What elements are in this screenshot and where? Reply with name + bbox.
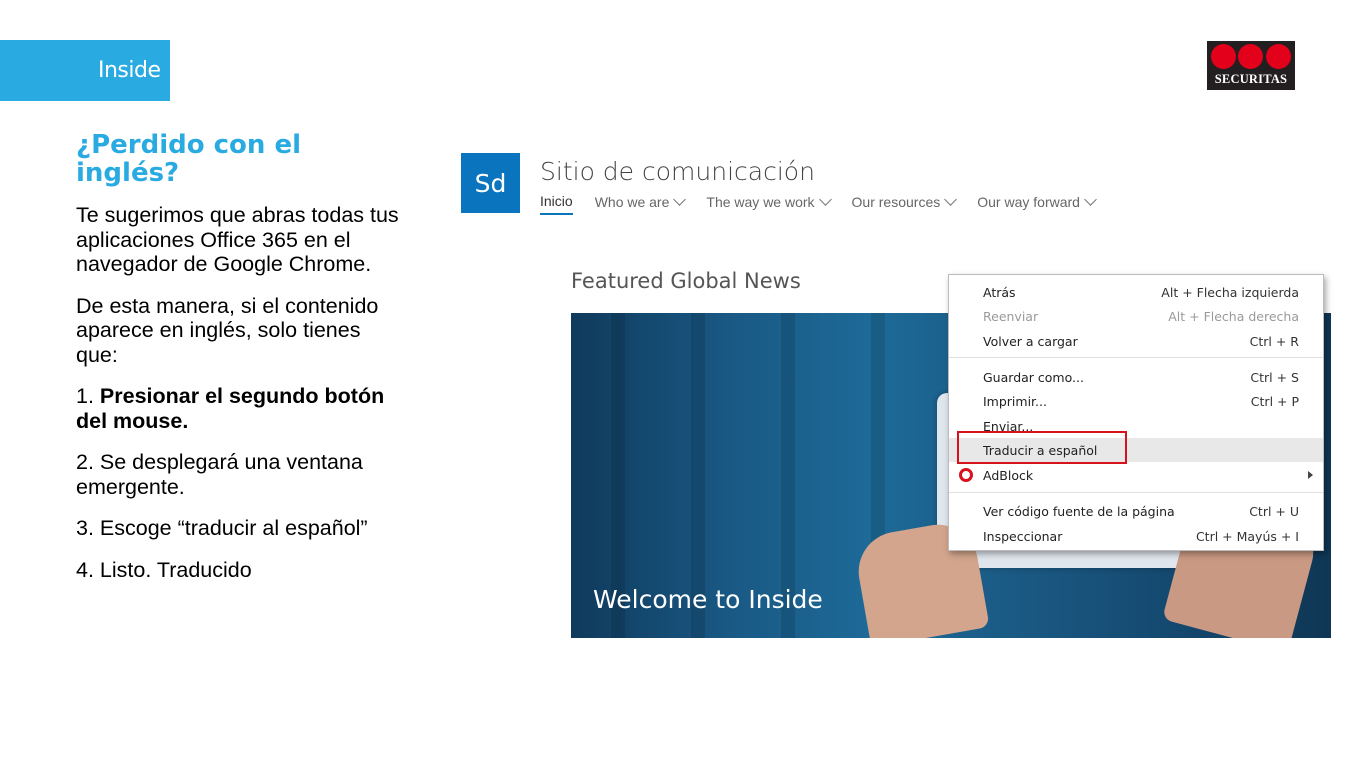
menu-item-reenviar[interactable]: Reenviar Alt + Flecha derecha — [949, 304, 1323, 328]
menu-item-shortcut: Ctrl + U — [1249, 503, 1299, 519]
step-1: 1. Presionar el segundo botón del mouse. — [76, 384, 406, 433]
menu-separator — [949, 492, 1323, 493]
instructions-panel: ¿Perdido con el inglés? Te sugerimos que… — [76, 131, 406, 599]
step-3: 3. Escoge “traducir al español” — [76, 516, 368, 540]
menu-item-label: Ver código fuente de la página — [983, 503, 1175, 519]
nav-item-label: Our resources — [851, 194, 941, 210]
menu-item-label: Reenviar — [983, 308, 1039, 324]
nav-item-label: Who we are — [594, 194, 670, 210]
site-title[interactable]: Sitio de comunicación — [540, 157, 815, 186]
menu-item-guardar-como[interactable]: Guardar como... Ctrl + S — [949, 365, 1323, 389]
menu-item-label: Atrás — [983, 284, 1016, 300]
chevron-down-icon — [673, 193, 687, 206]
nav-item-label: Inicio — [540, 193, 573, 209]
nav-item-our-way-forward[interactable]: Our way forward — [977, 193, 1097, 215]
chevron-down-icon — [944, 193, 958, 206]
menu-item-atras[interactable]: Atrás Alt + Flecha izquierda — [949, 280, 1323, 304]
menu-item-shortcut: Ctrl + P — [1250, 393, 1299, 409]
menu-item-label: Guardar como... — [983, 369, 1084, 385]
site-logo-tile[interactable]: Sd — [461, 153, 520, 213]
explain-paragraph: De esta manera, si el contenido aparece … — [76, 293, 379, 367]
hero-caption[interactable]: Welcome to Inside — [593, 585, 823, 614]
nav-item-our-resources[interactable]: Our resources — [851, 193, 958, 215]
securitas-logo: SECURITAS — [1207, 41, 1295, 90]
step-4: 4. Listo. Traducido — [76, 557, 252, 582]
step-2: 2. Se desplegará una ventana emergente. — [76, 450, 363, 499]
menu-item-imprimir[interactable]: Imprimir... Ctrl + P — [949, 389, 1323, 413]
menu-item-label: Inspeccionar — [983, 528, 1063, 544]
context-menu: Atrás Alt + Flecha izquierda Reenviar Alt … — [948, 274, 1324, 551]
logo-text: SECURITAS — [1214, 72, 1288, 86]
chevron-down-icon — [1084, 193, 1097, 206]
nav-item-the-way-we-work[interactable]: The way we work — [706, 193, 832, 215]
logo-dot — [1266, 44, 1291, 69]
submenu-arrow-icon — [1308, 471, 1313, 479]
adblock-icon — [959, 468, 973, 482]
inside-tab: Inside — [0, 40, 170, 101]
intro-paragraph: Te sugerimos que abras todas tus aplicac… — [76, 203, 399, 276]
section-title: Featured Global News — [571, 269, 801, 293]
sharepoint-screenshot: Sd Sitio de comunicación Inicio Who we a… — [455, 145, 1335, 645]
step-1-number: 1. — [76, 384, 100, 408]
inside-tab-label: Inside — [98, 58, 161, 83]
nav-item-inicio[interactable]: Inicio — [540, 193, 573, 215]
menu-item-label: Imprimir... — [983, 393, 1047, 409]
step-1-text: Presionar el segundo botón del mouse. — [76, 384, 385, 433]
highlight-box — [957, 431, 1127, 464]
menu-item-shortcut: Alt + Flecha izquierda — [1161, 284, 1299, 300]
menu-item-shortcut: Ctrl + Mayús + I — [1195, 528, 1299, 544]
menu-item-adblock[interactable]: AdBlock — [949, 463, 1323, 487]
logo-dot — [1211, 44, 1236, 69]
logo-dot — [1238, 44, 1263, 69]
menu-item-ver-codigo[interactable]: Ver código fuente de la página Ctrl + U — [949, 499, 1323, 523]
nav-item-label: The way we work — [706, 194, 815, 210]
menu-item-volver-a-cargar[interactable]: Volver a cargar Ctrl + R — [949, 329, 1323, 353]
menu-item-shortcut: Ctrl + R — [1249, 333, 1299, 349]
menu-separator — [949, 357, 1323, 358]
menu-item-inspeccionar[interactable]: Inspeccionar Ctrl + Mayús + I — [949, 524, 1323, 548]
page-title: ¿Perdido con el inglés? — [76, 130, 302, 188]
menu-item-shortcut: Ctrl + S — [1250, 369, 1299, 385]
nav-item-who-we-are[interactable]: Who we are — [594, 193, 687, 215]
menu-item-shortcut: Alt + Flecha derecha — [1168, 308, 1299, 324]
menu-item-label: AdBlock — [983, 467, 1034, 483]
chevron-down-icon — [818, 193, 832, 206]
nav-item-label: Our way forward — [977, 194, 1080, 210]
site-nav: Inicio Who we are The way we work Our re… — [540, 193, 1117, 215]
menu-item-label: Volver a cargar — [983, 333, 1078, 349]
